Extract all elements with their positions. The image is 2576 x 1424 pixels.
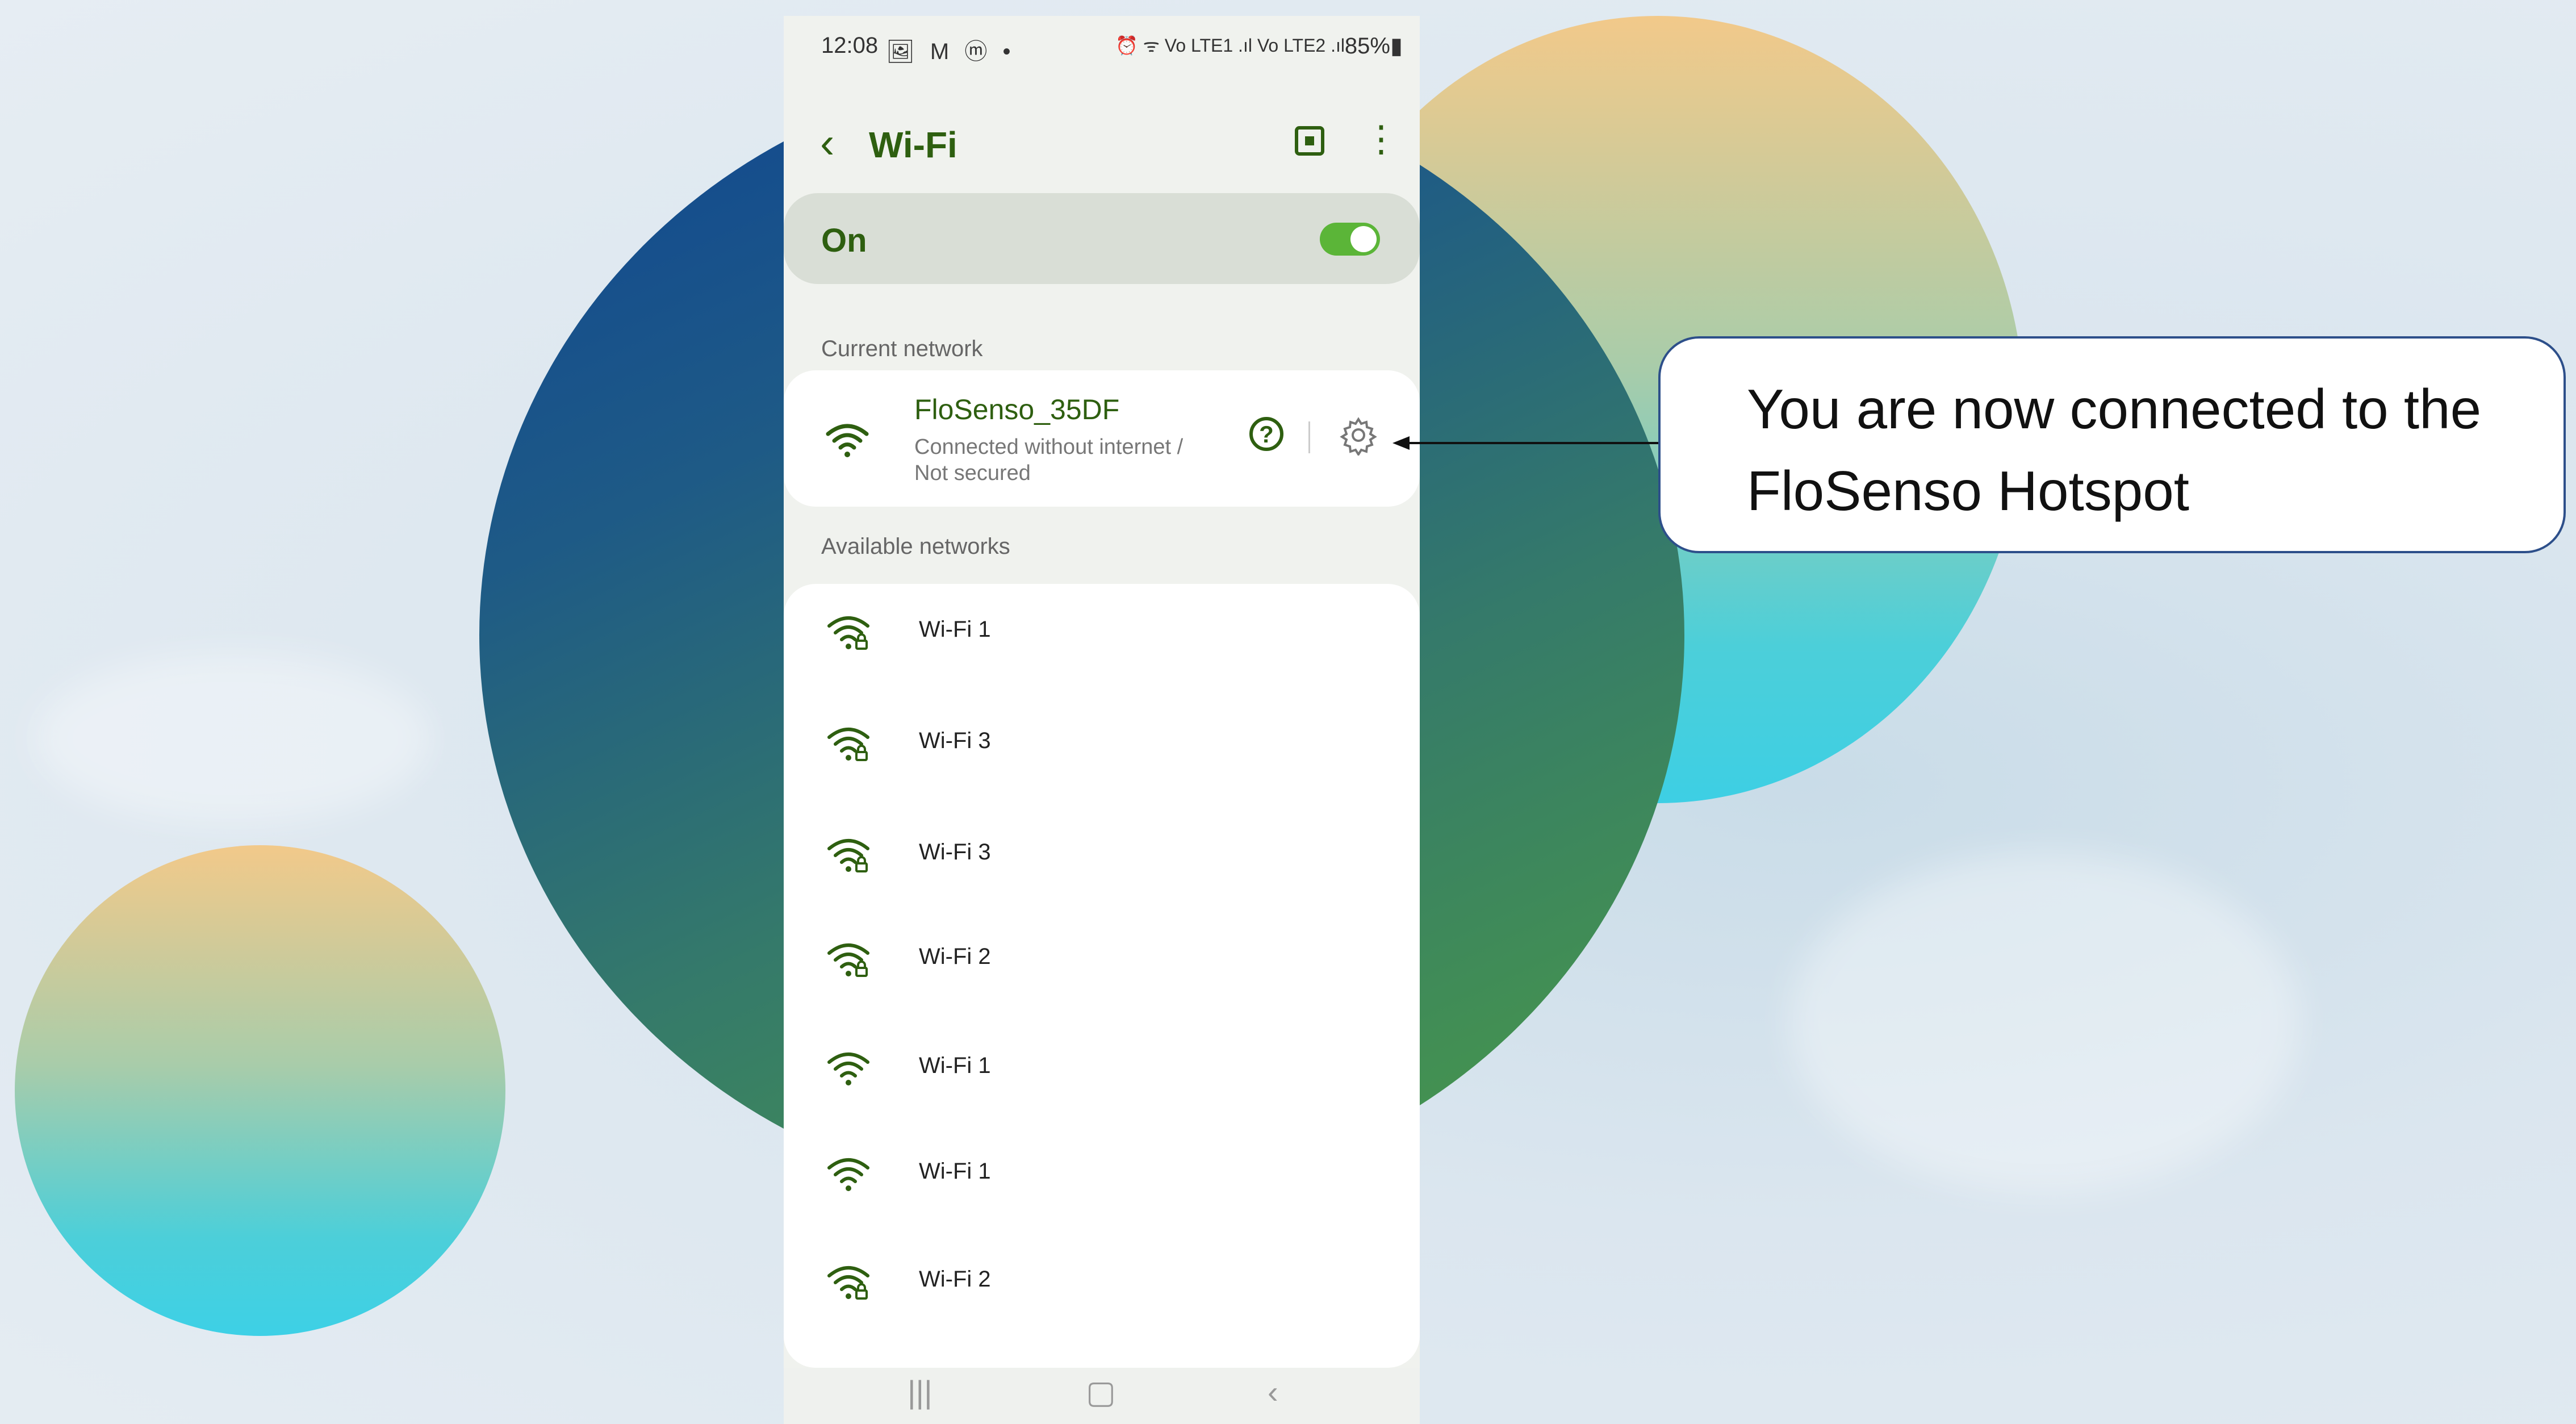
callout-box: You are now connected to the FloSenso Ho… bbox=[1658, 336, 2566, 553]
network-list-item[interactable]: Wi-Fi 1 bbox=[784, 1126, 1420, 1217]
current-network-heading: Current network bbox=[821, 336, 983, 361]
wifi-toggle-label: On bbox=[821, 222, 867, 259]
status-line-1: Connected without internet / bbox=[914, 435, 1184, 459]
page-title: Wi-Fi bbox=[869, 124, 957, 165]
available-networks-list: Wi-Fi 1 Wi-Fi 3 Wi-Fi 3 Wi-Fi 2 Wi-Fi 1 Wi-Fi… bbox=[784, 584, 1420, 1368]
back-arrow-icon[interactable]: ‹ bbox=[820, 120, 834, 166]
network-list-item[interactable]: Wi-Fi 1 bbox=[784, 584, 1420, 675]
current-network-card[interactable]: FloSenso_35DF Connected without internet… bbox=[784, 370, 1420, 507]
divider bbox=[1308, 421, 1310, 453]
water-splash bbox=[34, 653, 432, 824]
callout-text: You are now connected to the FloSenso Ho… bbox=[1747, 368, 2553, 532]
wifi-lock-icon bbox=[827, 1266, 869, 1300]
more-options-icon[interactable]: ⋮ bbox=[1363, 120, 1399, 157]
callout-line-2: FloSenso Hotspot bbox=[1747, 460, 2189, 522]
wifi-lock-icon bbox=[827, 943, 869, 977]
status-time: 12:08 bbox=[821, 33, 879, 58]
recents-icon[interactable]: ||| bbox=[908, 1373, 932, 1410]
wifi-lock-icon bbox=[827, 728, 869, 761]
decorative-circle-left bbox=[15, 845, 505, 1336]
network-list-item[interactable]: Wi-Fi 2 bbox=[784, 1234, 1420, 1325]
available-networks-heading: Available networks bbox=[821, 534, 1010, 559]
app-header: ‹ Wi-Fi ⋮ bbox=[784, 112, 1420, 181]
phone-screenshot: 12:08 🖼 M ⓜ • ⏰ ᯤ Vo LTE1 .ıl Vo LTE2 .ı… bbox=[784, 16, 1420, 1424]
network-name: Wi-Fi 1 bbox=[919, 1159, 991, 1184]
callout-line-1: You are now connected to the bbox=[1747, 378, 2482, 440]
status-bar: 12:08 🖼 M ⓜ • ⏰ ᯤ Vo LTE1 .ıl Vo LTE2 .ı… bbox=[784, 16, 1420, 78]
network-list-item[interactable]: Wi-Fi 3 bbox=[784, 807, 1420, 897]
network-list-item[interactable]: Wi-Fi 3 bbox=[784, 695, 1420, 786]
network-name: Wi-Fi 3 bbox=[919, 728, 991, 753]
navigation-bar: ||| ▢ ‹ bbox=[784, 1368, 1420, 1424]
wifi-icon bbox=[827, 1053, 869, 1085]
network-list-item[interactable]: Wi-Fi 2 bbox=[784, 911, 1420, 1002]
help-icon[interactable]: ? bbox=[1249, 417, 1283, 451]
wifi-icon bbox=[826, 424, 869, 457]
current-network-name: FloSenso_35DF bbox=[914, 394, 1120, 425]
battery-indicator: 85%▮ bbox=[1344, 34, 1403, 59]
water-splash bbox=[1789, 852, 2300, 1193]
wifi-toggle-row[interactable]: On bbox=[784, 193, 1420, 284]
qr-scan-icon[interactable] bbox=[1295, 126, 1324, 156]
status-line-2: Not secured bbox=[914, 461, 1031, 485]
signal-icons: ⏰ ᯤ Vo LTE1 .ıl Vo LTE2 .ıl bbox=[1115, 35, 1345, 56]
network-name: Wi-Fi 2 bbox=[919, 1267, 991, 1292]
toggle-knob bbox=[1350, 226, 1377, 252]
wifi-icon bbox=[827, 1158, 869, 1191]
home-icon[interactable]: ▢ bbox=[1086, 1373, 1116, 1411]
wifi-lock-icon bbox=[827, 616, 869, 650]
callout-arrow bbox=[1392, 436, 1661, 450]
nav-back-icon[interactable]: ‹ bbox=[1268, 1373, 1278, 1410]
network-name: Wi-Fi 1 bbox=[919, 1053, 991, 1078]
network-name: Wi-Fi 3 bbox=[919, 840, 991, 865]
gear-icon[interactable] bbox=[1338, 415, 1379, 456]
notification-icons: 🖼 M ⓜ • bbox=[886, 39, 1015, 64]
network-list-item[interactable]: Wi-Fi 1 bbox=[784, 1020, 1420, 1111]
wifi-lock-icon bbox=[827, 839, 869, 872]
current-network-status: Connected without internet / Not secured bbox=[914, 434, 1232, 486]
network-name: Wi-Fi 1 bbox=[919, 617, 991, 642]
wifi-toggle-switch[interactable] bbox=[1320, 223, 1380, 256]
network-name: Wi-Fi 2 bbox=[919, 944, 991, 969]
